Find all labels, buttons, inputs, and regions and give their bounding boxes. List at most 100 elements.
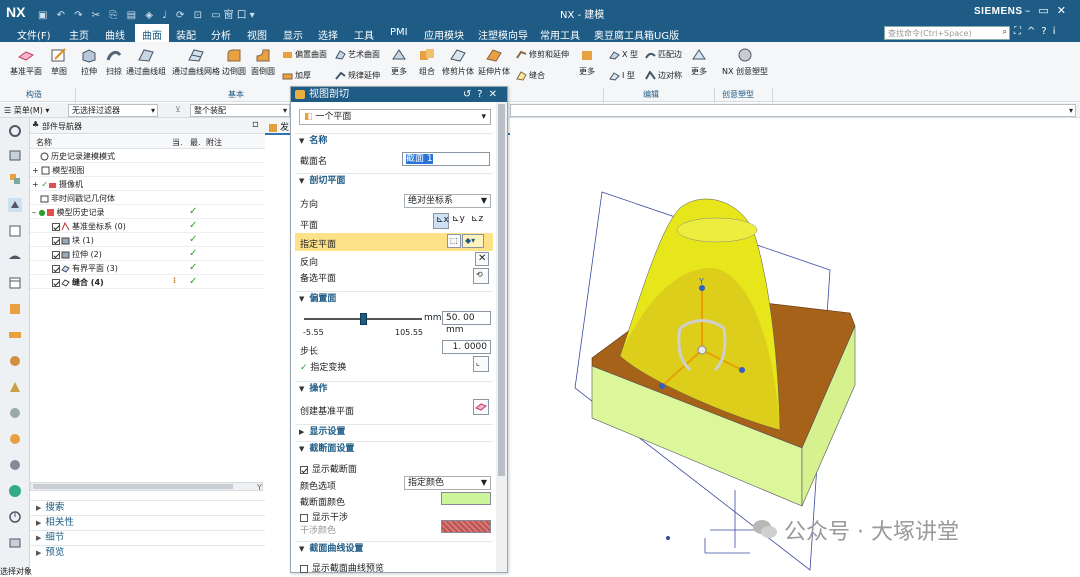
offset-surface-button[interactable]: 偏置曲面 <box>282 49 327 60</box>
art-surface-button[interactable]: 艺术曲面 <box>335 49 380 60</box>
operation-header[interactable]: ▼ 操作 <box>295 381 493 396</box>
reverse-direction-button[interactable]: ✕ <box>475 252 489 266</box>
datum-plane-button[interactable]: 基准平面 <box>10 47 42 77</box>
close-icon[interactable]: ✕ <box>1057 4 1074 17</box>
paste-icon[interactable]: ▤ <box>127 10 139 21</box>
part-tab[interactable]: 发 <box>269 120 289 133</box>
tree-row[interactable]: 块 (1) ✓ <box>30 234 265 247</box>
expand-icon[interactable]: + <box>32 166 41 175</box>
undo-icon[interactable]: ↶ <box>57 10 68 21</box>
offset-header[interactable]: ▼ 偏置面 <box>295 291 493 306</box>
copy-icon[interactable]: ⎘ <box>109 10 120 21</box>
repeat-icon[interactable]: ⟳ <box>176 10 187 21</box>
maximize-icon[interactable]: ▫ <box>252 119 259 130</box>
column-name[interactable]: 名称 <box>36 137 52 148</box>
save-icon[interactable]: ▣ <box>38 10 50 21</box>
menu-home[interactable]: 主页 <box>69 27 89 42</box>
section-preview[interactable]: ▶ 预览 <box>30 545 265 560</box>
section-face-color-swatch[interactable] <box>441 492 491 505</box>
tree-row-selected[interactable]: 缝合 (4) ⁝ ✓ <box>30 276 265 289</box>
team-center-icon[interactable] <box>8 536 22 550</box>
tree-row[interactable]: + ✓ 摄像机 <box>30 178 265 191</box>
section-name-header[interactable]: ▼ 名称 <box>295 133 493 148</box>
tree-row[interactable]: 有界平面 (3) ✓ <box>30 262 265 275</box>
history-palette-icon[interactable] <box>8 302 22 316</box>
role-icon[interactable] <box>8 380 22 394</box>
menu-assembly[interactable]: 装配 <box>176 27 196 42</box>
show-section-face-row[interactable]: 显示截断面 <box>300 462 357 475</box>
more-combine-button[interactable]: 更多 <box>578 47 596 77</box>
restore-icon[interactable]: ▭ <box>1038 4 1056 17</box>
graphics-viewport[interactable]: Y <box>510 118 1080 573</box>
extrude-button[interactable]: 拉伸 <box>80 47 98 77</box>
visibility-checkbox[interactable] <box>52 250 60 259</box>
menu-toolbox[interactable]: 奥豆腐工具箱UG版 <box>594 27 679 42</box>
globe-icon[interactable] <box>8 458 22 472</box>
section-details[interactable]: ▶ 细节 <box>30 530 265 545</box>
tree-row[interactable]: 非时间戳记几何体 <box>30 192 265 205</box>
sew-button[interactable]: 缝合 <box>516 70 545 81</box>
close-icon[interactable]: ✕ <box>489 89 503 100</box>
cut-icon[interactable]: ✂ <box>92 10 103 21</box>
dialog-titlebar[interactable]: 视图剖切 ↺?✕ <box>291 87 507 102</box>
column-notes[interactable]: 附注 <box>206 137 222 148</box>
collapse-ribbon-icon[interactable]: ^ <box>1027 26 1041 37</box>
show-interference-row[interactable]: 显示干涉 <box>300 510 348 523</box>
combine-button[interactable]: 组合 <box>418 47 436 77</box>
create-datum-plane-button[interactable] <box>473 399 489 415</box>
thicken-button[interactable]: 加厚 <box>282 70 311 81</box>
type-filter-dropdown[interactable]: 无选择过滤器 ▾ <box>68 104 158 117</box>
extend-sheet-button[interactable]: 延伸片体 <box>478 47 510 77</box>
menu-view[interactable]: 视图 <box>247 27 267 42</box>
section-face-settings-header[interactable]: ▼ 截断面设置 <box>295 441 493 456</box>
assembly-navigator-icon[interactable] <box>8 148 22 162</box>
more-edit-button[interactable]: 更多 <box>690 47 708 77</box>
scrollbar-thumb[interactable] <box>33 484 233 489</box>
visibility-checkbox[interactable] <box>52 264 60 273</box>
help-icon[interactable]: ? <box>1041 26 1052 37</box>
menu-file[interactable]: 文件(F) <box>17 27 51 42</box>
reset-icon[interactable]: ↺ <box>463 89 477 100</box>
fullscreen-icon[interactable]: ⛶ <box>1014 26 1027 37</box>
color-option-dropdown[interactable]: 指定颜色 ▼ <box>404 476 491 490</box>
show-interference-checkbox[interactable] <box>300 513 308 522</box>
menu-surface[interactable]: 曲面 <box>135 24 169 42</box>
plane-z-button[interactable]: ⊾z <box>471 213 487 229</box>
tree-row[interactable]: – ● 模型历史记录 ✓ <box>30 206 265 219</box>
section-curve-settings-header[interactable]: ▼ 截面曲线设置 <box>295 541 493 556</box>
menu-analysis[interactable]: 分析 <box>211 27 231 42</box>
interference-color-swatch[interactable] <box>441 520 491 533</box>
orientation-dropdown[interactable]: 绝对坐标系 ▼ <box>404 194 491 208</box>
constraint-navigator-icon[interactable] <box>8 172 22 186</box>
plane-dialog-button[interactable]: ⬚ <box>447 234 461 248</box>
show-section-face-checkbox[interactable] <box>300 465 308 474</box>
plane-y-button[interactable]: ⊾y <box>452 213 468 229</box>
section-name-input[interactable]: 截面 1 <box>402 152 490 166</box>
x-form-button[interactable]: X 型 <box>609 49 638 60</box>
reuse-library-icon[interactable] <box>8 224 22 238</box>
step-input[interactable]: 1. 0000 <box>442 340 491 354</box>
menu-select[interactable]: 选择 <box>318 27 338 42</box>
visibility-checkbox[interactable] <box>52 278 60 287</box>
expand-icon[interactable]: + <box>32 180 41 189</box>
filter-icon[interactable]: ⊻ <box>175 105 181 114</box>
process-studio-icon[interactable] <box>8 328 22 342</box>
menu-pmi[interactable]: PMI <box>390 27 408 38</box>
visibility-checkbox[interactable] <box>52 236 60 245</box>
dialog-scrollbar[interactable] <box>496 102 507 572</box>
offset-value-input[interactable]: 50. 00 mm <box>442 311 491 335</box>
match-edge-button[interactable]: 匹配边 <box>645 49 682 60</box>
alternate-plane-button[interactable]: ⟲ <box>473 268 489 284</box>
offset-slider-thumb[interactable] <box>360 313 367 325</box>
column-current[interactable]: 当. <box>172 137 183 148</box>
display-settings-header[interactable]: ▶ 显示设置 <box>295 424 493 439</box>
command-search-input[interactable]: 查找命令(Ctrl+Space) ⌕ <box>884 26 1010 40</box>
column-latest[interactable]: 最. <box>190 137 201 148</box>
menu-applications[interactable]: 应用模块 <box>424 27 464 42</box>
section-plane-header[interactable]: ▼ 剖切平面 <box>295 173 493 188</box>
view-icon[interactable]: ⊡ <box>194 10 205 21</box>
nx-realize-shape-button[interactable]: NX 创意塑型 <box>722 47 768 77</box>
model-canvas[interactable]: Y <box>510 118 1080 573</box>
i-form-button[interactable]: I 型 <box>609 70 635 81</box>
horizontal-scrollbar[interactable] <box>30 482 263 491</box>
